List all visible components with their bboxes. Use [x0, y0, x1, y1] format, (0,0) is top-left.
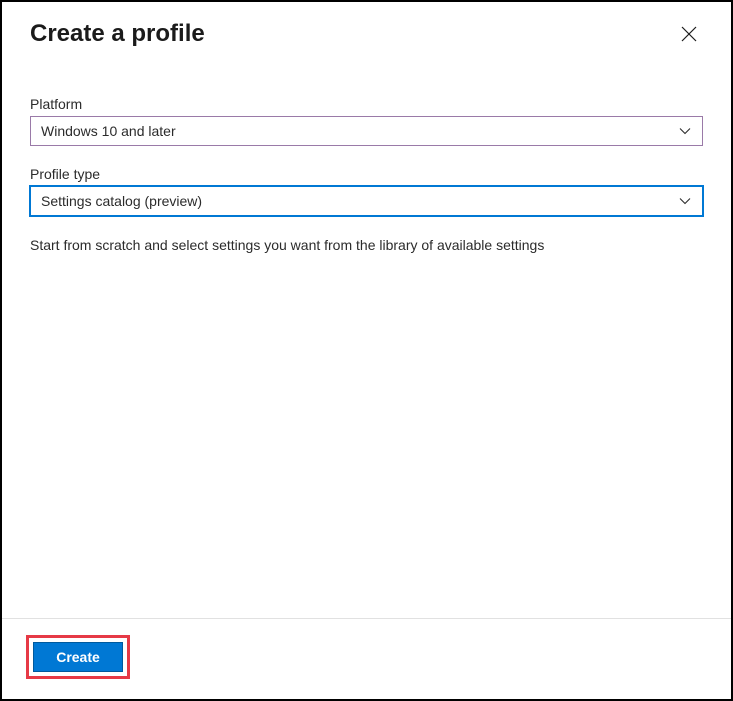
- dialog-header: Create a profile: [2, 2, 731, 48]
- close-icon: [681, 26, 697, 42]
- create-button[interactable]: Create: [33, 642, 123, 672]
- dialog-title: Create a profile: [30, 20, 205, 48]
- profile-type-label: Profile type: [30, 166, 703, 182]
- profile-type-field-group: Profile type Settings catalog (preview): [30, 166, 703, 216]
- profile-type-selected-value: Settings catalog (preview): [41, 193, 202, 209]
- close-button[interactable]: [675, 20, 703, 48]
- profile-type-description: Start from scratch and select settings y…: [30, 236, 703, 256]
- profile-type-dropdown[interactable]: Settings catalog (preview): [30, 186, 703, 216]
- dialog-content: Platform Windows 10 and later Profile ty…: [2, 48, 731, 256]
- platform-field-group: Platform Windows 10 and later: [30, 96, 703, 146]
- chevron-down-icon: [678, 124, 692, 138]
- platform-label: Platform: [30, 96, 703, 112]
- create-button-highlight: Create: [26, 635, 130, 679]
- dialog-footer: Create: [2, 618, 731, 699]
- platform-dropdown[interactable]: Windows 10 and later: [30, 116, 703, 146]
- platform-selected-value: Windows 10 and later: [41, 123, 176, 139]
- chevron-down-icon: [678, 194, 692, 208]
